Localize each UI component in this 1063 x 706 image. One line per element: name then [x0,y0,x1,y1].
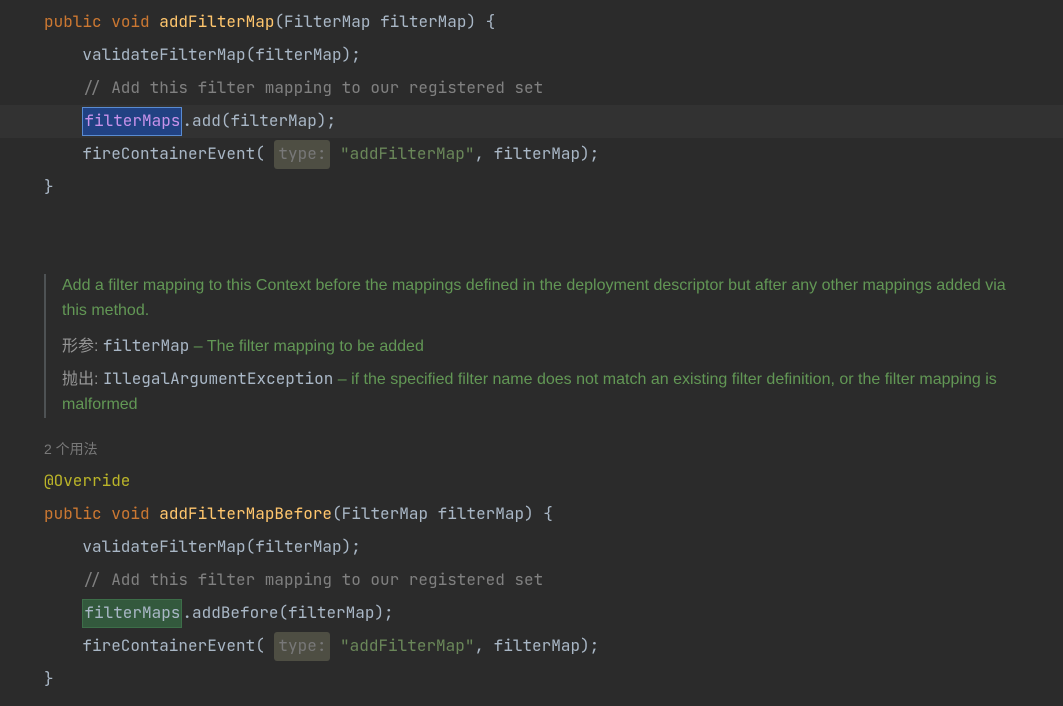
code-line-add-1[interactable]: filterMaps.add(filterMap); [0,105,1063,138]
javadoc-param-name: filterMap [103,335,189,356]
code-line-fire-1[interactable]: fireContainerEvent( type: "addFilterMap"… [0,138,1063,171]
code-line-annotation[interactable]: @Override [0,465,1063,498]
param-hint-1: type: [274,140,330,168]
override-annotation: @Override [44,468,130,494]
comment-1: // Add this filter mapping to our regist… [82,75,543,101]
code-line-close-1[interactable]: } [0,171,1063,204]
code-line-comment-2[interactable]: // Add this filter mapping to our regist… [0,564,1063,597]
method-name-1: addFilterMap [159,9,274,35]
kw-public: public [44,9,102,35]
param-hint-2: type: [274,632,330,660]
usages-inlay[interactable]: 2 个用法 [0,438,1063,461]
code-line-addbefore[interactable]: filterMaps.addBefore(filterMap); [0,597,1063,630]
javadoc-throws-type: IllegalArgumentException [103,368,333,389]
javadoc-param-desc: – The filter mapping to be added [194,338,424,355]
code-line-comment-1[interactable]: // Add this filter mapping to our regist… [0,72,1063,105]
javadoc-throws-row: 抛出: IllegalArgumentException – if the sp… [62,367,1014,418]
param-name-1: filterMap [380,9,466,35]
code-line-sig-1[interactable]: public void addFilterMap(FilterMap filte… [0,6,1063,39]
method-name-2: addFilterMapBefore [159,501,332,527]
code-line-validate-2[interactable]: validateFilterMap(filterMap); [0,531,1063,564]
marked-identifier[interactable]: filterMaps [82,599,182,627]
kw-void: void [111,9,149,35]
javadoc-throws-label: 抛出: [62,371,98,388]
comment-2: // Add this filter mapping to our regist… [82,567,543,593]
code-line-validate-1[interactable]: validateFilterMap(filterMap); [0,39,1063,72]
code-line-sig-2[interactable]: public void addFilterMapBefore(FilterMap… [0,498,1063,531]
javadoc-description: Add a filter mapping to this Context bef… [62,274,1014,324]
javadoc-param-label: 形参: [62,338,98,355]
call-validate-1: validateFilterMap [82,42,245,68]
selected-identifier[interactable]: filterMaps [82,107,182,135]
code-line-close-2[interactable]: } [0,663,1063,696]
javadoc-popup: Add a filter mapping to this Context bef… [44,274,1044,418]
param-type-1: FilterMap [284,9,370,35]
javadoc-param-row: 形参: filterMap – The filter mapping to be… [62,334,1014,360]
code-line-fire-2[interactable]: fireContainerEvent( type: "addFilterMap"… [0,630,1063,663]
